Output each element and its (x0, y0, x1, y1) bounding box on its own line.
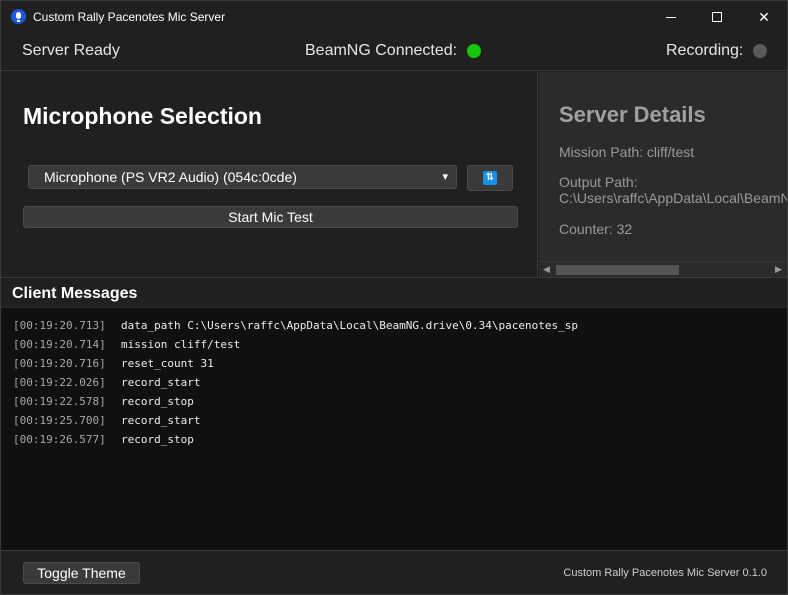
log-timestamp: [00:19:20.716] (13, 357, 106, 370)
recording-status: Recording: (666, 42, 768, 60)
refresh-devices-button[interactable]: ⇅ (467, 165, 513, 191)
log-message: record_stop (121, 433, 194, 446)
server-status: Server Ready (22, 42, 120, 59)
log-row: [00:19:22.578] record_stop (13, 392, 787, 411)
chevron-down-icon: ▾ (442, 171, 448, 183)
log-row: [00:19:20.714] mission cliff/test (13, 335, 787, 354)
microphone-section-title: Microphone Selection (23, 103, 262, 129)
maximize-button[interactable] (694, 1, 740, 33)
log-timestamp: [00:19:20.714] (13, 338, 106, 351)
log-timestamp: [00:19:22.578] (13, 395, 106, 408)
maximize-icon (712, 12, 722, 22)
version-label: Custom Rally Pacenotes Mic Server 0.1.0 (563, 567, 767, 579)
app-window: Custom Rally Pacenotes Mic Server ✕ Serv… (0, 0, 788, 595)
toggle-theme-button[interactable]: Toggle Theme (23, 562, 140, 584)
client-messages-header: Client Messages (1, 279, 787, 307)
status-bar: Server Ready BeamNG Connected: Recording… (1, 33, 787, 71)
client-messages-title: Client Messages (12, 285, 138, 302)
log-message: reset_count 31 (121, 357, 214, 370)
log-row: [00:19:20.716] reset_count 31 (13, 354, 787, 373)
log-message: record_stop (121, 395, 194, 408)
minimize-icon (666, 16, 676, 18)
beamng-status-indicator (467, 44, 482, 58)
mission-path: Mission Path: cliff/test (559, 144, 695, 160)
output-path-value: C:\Users\raffc\AppData\Local\BeamNG (559, 190, 787, 206)
scroll-right-icon[interactable]: ▶ (775, 264, 782, 275)
close-button[interactable]: ✕ (741, 1, 787, 33)
scrollbar-thumb[interactable] (556, 265, 679, 275)
horizontal-scrollbar[interactable]: ◀ ▶ (539, 261, 787, 277)
recording-status-indicator (753, 44, 768, 58)
log-message: record_start (121, 376, 201, 389)
microphone-panel: Microphone Selection Microphone (PS VR2 … (1, 72, 538, 278)
microphone-select-value: Microphone (PS VR2 Audio) (054c:0cde) (44, 169, 297, 185)
window-title: Custom Rally Pacenotes Mic Server (33, 10, 226, 24)
log-row: [00:19:26.577] record_stop (13, 430, 787, 449)
log-message: record_start (121, 414, 201, 427)
beamng-status-label: BeamNG Connected: (305, 42, 458, 59)
microphone-select[interactable]: Microphone (PS VR2 Audio) (054c:0cde) ▾ (28, 165, 457, 189)
log-timestamp: [00:19:22.026] (13, 376, 106, 389)
close-icon: ✕ (758, 8, 770, 25)
log-timestamp: [00:19:25.700] (13, 414, 106, 427)
log-row: [00:19:20.713] data_path C:\Users\raffc\A… (13, 316, 787, 335)
minimize-button[interactable] (648, 1, 694, 33)
beamng-status: BeamNG Connected: (305, 42, 482, 60)
output-path-label: Output Path: (559, 174, 638, 190)
scroll-left-icon[interactable]: ◀ (543, 264, 550, 275)
log-message: mission cliff/test (121, 338, 241, 351)
client-messages-log[interactable]: [00:19:20.713] data_path C:\Users\raffc\A… (1, 307, 787, 551)
recording-status-label: Recording: (666, 42, 744, 59)
server-details-panel: Server Details Mission Path: cliff/test … (539, 72, 787, 278)
microphone-app-icon (11, 9, 26, 24)
log-row: [00:19:25.700] record_start (13, 411, 787, 430)
footer: Toggle Theme Custom Rally Pacenotes Mic … (1, 552, 787, 594)
log-message: data_path C:\Users\raffc\AppData\Local\B… (121, 319, 578, 332)
refresh-icon: ⇅ (483, 171, 497, 185)
counter: Counter: 32 (559, 221, 633, 237)
log-row: [00:19:22.026] record_start (13, 373, 787, 392)
title-bar[interactable]: Custom Rally Pacenotes Mic Server ✕ (1, 1, 787, 33)
log-timestamp: [00:19:26.577] (13, 433, 106, 446)
log-timestamp: [00:19:20.713] (13, 319, 106, 332)
server-details-title: Server Details (559, 102, 706, 127)
start-mic-test-button[interactable]: Start Mic Test (23, 206, 518, 228)
